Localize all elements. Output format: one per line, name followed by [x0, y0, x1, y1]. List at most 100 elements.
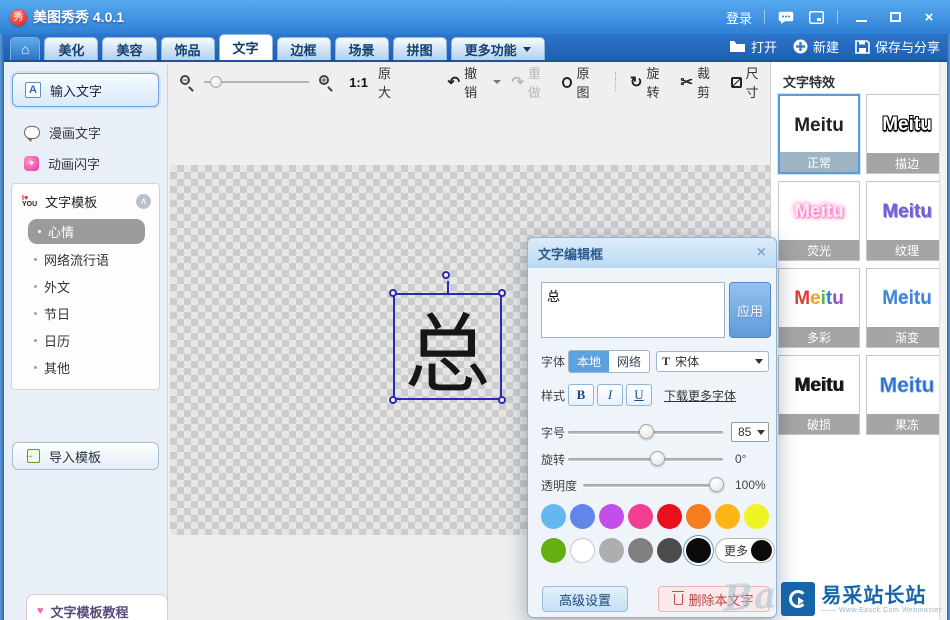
font-network-option[interactable]: 网络	[609, 351, 649, 372]
text-template-header[interactable]: I♥ YOU 文字模板 ∧	[12, 184, 159, 217]
template-item-festival[interactable]: 节日	[12, 300, 159, 327]
effect-damaged[interactable]: Meitu 破损	[778, 355, 860, 435]
more-colors-button[interactable]: 更多	[715, 538, 776, 563]
new-button[interactable]: 新建	[793, 37, 839, 56]
tab-text[interactable]: 文字	[218, 34, 273, 60]
rotate-button[interactable]: ↻ 旋转	[630, 63, 671, 101]
resize-handle-top-left[interactable]	[389, 289, 397, 297]
dialog-close-icon[interactable]: ×	[757, 245, 766, 261]
opacity-slider[interactable]	[583, 476, 724, 494]
color-swatch[interactable]	[744, 504, 769, 529]
template-item-buzzwords[interactable]: 网络流行语	[12, 246, 159, 273]
tab-cosmetic[interactable]: 美容	[102, 37, 157, 60]
italic-button[interactable]: I	[597, 384, 623, 406]
effects-scrollbar[interactable]	[939, 62, 947, 620]
rotation-handle[interactable]	[441, 271, 450, 279]
tab-decorate[interactable]: 饰品	[160, 37, 215, 60]
advanced-settings-button[interactable]: 高级设置	[542, 586, 628, 612]
collapse-icon[interactable]: ∧	[136, 194, 151, 209]
color-swatch[interactable]	[657, 538, 682, 563]
feedback-icon[interactable]	[777, 10, 795, 24]
color-swatch[interactable]	[599, 504, 624, 529]
redo-button[interactable]: ↷ 重做	[511, 63, 552, 101]
color-swatch[interactable]	[541, 504, 566, 529]
undo-button[interactable]: ↶ 撤销	[447, 63, 502, 101]
underline-button[interactable]: U	[626, 384, 652, 406]
color-swatch[interactable]	[628, 504, 653, 529]
input-text-label: 输入文字	[50, 83, 103, 99]
bold-button[interactable]: B	[568, 384, 594, 406]
tab-beautify[interactable]: 美化	[44, 37, 99, 60]
color-swatch[interactable]	[541, 538, 566, 563]
color-swatch[interactable]	[657, 504, 682, 529]
zoom-slider[interactable]	[204, 74, 309, 90]
zoom-slider-handle[interactable]	[210, 76, 223, 88]
effect-texture[interactable]: Meitu 纹理	[866, 181, 948, 261]
apply-button[interactable]: 应用	[729, 282, 771, 338]
watermark-subtitle: —— Www.Easck.Com Webmaster	[821, 606, 942, 614]
dialog-header[interactable]: 文字编辑框 ×	[528, 238, 776, 268]
font-size-slider-handle[interactable]	[639, 424, 655, 439]
maximize-button[interactable]	[884, 8, 906, 26]
resize-handle-bottom-right[interactable]	[498, 396, 506, 404]
effect-jelly[interactable]: Meitu 果冻	[866, 355, 948, 435]
color-swatch[interactable]	[715, 504, 740, 529]
effect-outline[interactable]: Meitu 描边	[866, 94, 948, 174]
tab-collage[interactable]: 拼图	[392, 37, 447, 60]
template-item-calendar[interactable]: 日历	[12, 327, 159, 354]
original-image-button[interactable]: 原图	[561, 63, 601, 101]
minimize-button[interactable]	[850, 8, 872, 26]
folder-icon	[729, 41, 745, 52]
font-family-select[interactable]: T 宋体	[656, 351, 769, 372]
text-template-label: 文字模板	[45, 195, 98, 210]
template-tutorial-button[interactable]: ♥ 文字模板教程	[26, 594, 168, 620]
login-link[interactable]: 登录	[726, 8, 752, 27]
effect-colorful[interactable]: Meitu 多彩	[778, 268, 860, 348]
effect-gradient[interactable]: Meitu 渐变	[866, 268, 948, 348]
text-selection-box[interactable]: 总	[389, 271, 506, 405]
watermark-title: 易采站长站	[821, 584, 927, 607]
import-template-button[interactable]: 导入模板	[12, 442, 159, 470]
font-size-slider[interactable]	[568, 423, 723, 441]
color-swatch[interactable]	[570, 504, 595, 529]
tab-more-features[interactable]: 更多功能	[450, 37, 545, 60]
resize-handle-top-right[interactable]	[498, 289, 506, 297]
tab-scene[interactable]: 场景	[334, 37, 389, 60]
rotation-slider-handle[interactable]	[650, 451, 666, 466]
template-item-other[interactable]: 其他	[12, 354, 159, 381]
download-fonts-link[interactable]: 下载更多字体	[664, 387, 736, 404]
original-size-button[interactable]: 原大	[378, 63, 403, 101]
zoom-out-icon[interactable]: −	[180, 74, 195, 92]
comic-text-item[interactable]: 漫画文字	[4, 117, 167, 148]
rotation-slider[interactable]	[568, 450, 723, 468]
template-item-foreign[interactable]: 外文	[12, 273, 159, 300]
open-button[interactable]: 打开	[729, 37, 777, 56]
chevron-down-icon[interactable]	[493, 80, 502, 84]
font-local-option[interactable]: 本地	[569, 351, 610, 372]
resize-handle-bottom-left[interactable]	[389, 396, 397, 404]
input-text-button[interactable]: A 输入文字	[12, 73, 159, 107]
color-swatch-selected[interactable]	[686, 538, 711, 563]
font-size-select[interactable]: 85	[731, 422, 769, 442]
skin-icon[interactable]	[807, 10, 825, 24]
main-nav: ⌂ 美化 美容 饰品 文字 边框 场景 拼图 更多功能 打开 新建 保存与分享	[0, 34, 950, 62]
save-share-button[interactable]: 保存与分享	[855, 37, 940, 56]
close-button[interactable]: ×	[918, 8, 940, 26]
color-swatch[interactable]	[599, 538, 624, 563]
color-swatch[interactable]	[570, 538, 595, 563]
color-swatch[interactable]	[686, 504, 711, 529]
zoom-in-icon[interactable]: +	[318, 74, 334, 92]
tab-home[interactable]: ⌂	[10, 37, 41, 60]
animated-text-item[interactable]: ✦ 动画闪字	[4, 148, 167, 179]
text-input[interactable]: 总	[541, 282, 725, 338]
canvas-text[interactable]: 总	[395, 295, 500, 405]
size-button[interactable]: 尺寸	[730, 63, 770, 101]
tab-frame[interactable]: 边框	[276, 37, 331, 60]
color-swatch[interactable]	[628, 538, 653, 563]
opacity-slider-handle[interactable]	[709, 477, 724, 492]
template-item-mood[interactable]: 心情	[28, 219, 145, 244]
effect-glow[interactable]: Meitu 荧光	[778, 181, 860, 261]
effect-normal[interactable]: Meitu 正常	[778, 94, 860, 174]
effect-sample-text: Meitu	[879, 373, 935, 397]
crop-button[interactable]: ✂ 裁剪	[680, 63, 721, 101]
